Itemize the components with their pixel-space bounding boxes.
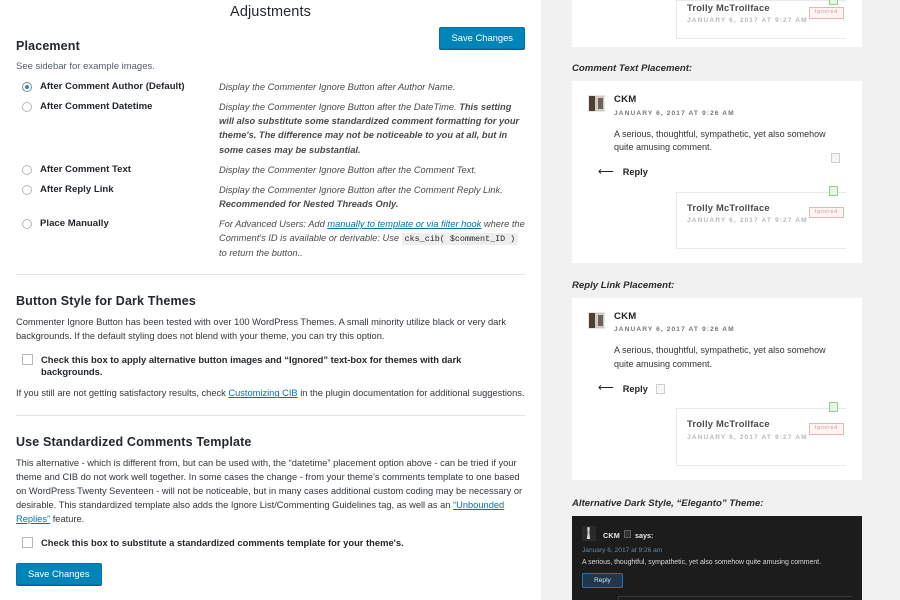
ignored-badge: Ignored: [808, 423, 844, 436]
para-post: feature.: [50, 514, 85, 525]
standardized-checkbox-label: Check this box to substitute a standardi…: [41, 537, 404, 549]
manual-template-link[interactable]: manually to template or via filter hook: [327, 219, 481, 229]
placement-option-description: Display the Commenter Ignore Button afte…: [219, 164, 477, 175]
reply-button[interactable]: Reply: [582, 572, 623, 588]
radio-after-comment-text[interactable]: [22, 164, 32, 175]
placement-option-description: Display the Commenter Ignore Button afte…: [219, 100, 525, 157]
nested-comment: Ignored Trolly McTrollface JANUARY 6, 20…: [676, 402, 846, 466]
reply-link-placement-heading: Reply Link Placement:: [572, 279, 675, 291]
placement-option-after-comment-text[interactable]: After Comment Text Display the Commenter…: [16, 163, 525, 177]
settings-page: Adjustments Save Changes Placement See s…: [0, 0, 900, 600]
ignored-badge: Ignored: [808, 7, 844, 19]
desc-plain: Display the Commenter Ignore Button afte…: [219, 184, 503, 195]
dark-themes-checkbox-label: Check this box to apply alternative butt…: [41, 353, 462, 377]
comment-author: CKM: [614, 310, 637, 322]
desc-emphasis: Recommended for Nested Threads Only.: [219, 198, 399, 209]
placement-option-after-reply-link[interactable]: After Reply Link Display the Commenter I…: [16, 183, 525, 211]
placement-option-label: After Reply Link: [40, 183, 114, 195]
placement-option-label: Place Manually: [40, 218, 109, 229]
placement-option-label: After Comment Datetime: [40, 101, 153, 113]
desc-post: to return the button..: [219, 247, 303, 258]
avatar: [582, 526, 596, 542]
comment-author: CKM: [614, 94, 637, 105]
standardized-paragraph: This alternative - which is different fr…: [16, 457, 525, 527]
placement-option-description: Display the Commenter Ignore Button afte…: [219, 183, 525, 211]
comment-author: CKM: [603, 530, 620, 540]
placement-option-place-manually[interactable]: Place Manually For Advanced Users: Add m…: [16, 217, 525, 260]
example-card-comment-text: CKM JANUARY 6, 2017 AT 9:26 AM A serious…: [572, 81, 862, 263]
reply-arrow-icon: ⟶: [598, 165, 614, 178]
desc-pre: For Advanced Users: Add: [219, 219, 328, 229]
ignore-button-icon[interactable]: [831, 152, 840, 163]
ignore-toggle-icon[interactable]: [829, 185, 838, 196]
main-settings-panel: Adjustments Save Changes Placement See s…: [0, 0, 541, 600]
comment-body: A serious, thoughtful, sympathetic, yet …: [614, 344, 838, 371]
customizing-cib-link[interactable]: Customizing CIB: [228, 388, 297, 398]
avatar: [588, 311, 605, 329]
placement-note: See sidebar for example images.: [16, 61, 155, 72]
reply-link-row[interactable]: ⟶ Reply: [598, 382, 846, 395]
comment-text-placement-block: Comment Text Placement: CKM JANUARY 6, 2…: [560, 63, 900, 263]
placement-option-description: For Advanced Users: Add manually to temp…: [219, 217, 525, 260]
radio-after-comment-datetime[interactable]: [22, 102, 32, 113]
nested-comment: Trolly McTrollfacesays: January 6, 2017 …: [618, 595, 852, 600]
avatar: [588, 95, 605, 112]
ignore-button-icon[interactable]: [655, 383, 665, 394]
para-pre: This alternative - which is different fr…: [16, 458, 523, 511]
radio-place-manually[interactable]: [22, 219, 32, 229]
example-card-reply-link: CKM JANUARY 6, 2017 AT 9:26 AM A serious…: [572, 297, 862, 480]
comment-date: JANUARY 6, 2017 AT 9:26 AM: [614, 326, 735, 334]
comment-date: JANUARY 6, 2017 AT 9:26 AM: [614, 109, 735, 117]
comment-body-text: A serious, thoughtful, sympathetic, yet …: [614, 128, 826, 153]
save-changes-button-bottom[interactable]: Save Changes: [16, 562, 102, 586]
desc-plain: Display the Commenter Ignore Button afte…: [219, 102, 460, 113]
dark-themes-paragraph: Commenter Ignore Button has been tested …: [16, 317, 507, 341]
standardized-checkbox-row[interactable]: Check this box to substitute a standardi…: [16, 537, 525, 549]
ignore-button-icon[interactable]: [623, 529, 631, 538]
placement-option-label: After Comment Text: [40, 163, 131, 175]
comment-text-placement-heading: Comment Text Placement:: [572, 63, 693, 74]
examples-sidebar: Ignored Trolly McTrollface JANUARY 6, 20…: [560, 0, 900, 600]
dark-themes-checkbox[interactable]: [22, 353, 33, 365]
placement-option-label: After Comment Author (Default): [40, 81, 185, 92]
comment-body-text: A serious, thoughtful, sympathetic, yet …: [582, 558, 821, 566]
section-divider: [16, 415, 525, 417]
reply-link-label[interactable]: Reply: [623, 167, 648, 177]
settings-content: Placement See sidebar for example images…: [0, 39, 541, 600]
section-divider: [16, 274, 525, 276]
standardized-checkbox[interactable]: [22, 537, 33, 549]
example-card-dark: CKM says: January 6, 2017 at 9:26 am A se…: [572, 515, 862, 600]
nested-comment: Ignored Trolly McTrollface JANUARY 6, 20…: [676, 0, 846, 40]
says-label: says:: [634, 530, 654, 540]
page-title: Adjustments: [230, 4, 311, 20]
comment-date: January 6, 2017 at 9:26 am: [582, 546, 663, 554]
footer-post: in the plugin documentation for addition…: [297, 388, 525, 399]
dark-style-heading: Alternative Dark Style, “Eleganto” Theme…: [572, 497, 764, 509]
footer-pre: If you still are not getting satisfactor…: [16, 388, 229, 399]
comment-body: A serious, thoughtful, sympathetic, yet …: [614, 128, 840, 163]
save-changes-button-top[interactable]: Save Changes: [439, 27, 525, 50]
example-card-partial: Ignored Trolly McTrollface JANUARY 6, 20…: [572, 0, 862, 47]
reply-link-row[interactable]: ⟶ Reply: [598, 165, 846, 178]
reply-arrow-icon: ⟶: [598, 382, 614, 395]
placement-option-description: Display the Commenter Ignore Button afte…: [219, 82, 456, 92]
radio-after-comment-author[interactable]: [22, 82, 32, 92]
dark-themes-footer: If you still are not getting satisfactor…: [16, 387, 525, 401]
standardized-heading: Use Standardized Comments Template: [16, 435, 252, 450]
dark-style-block: Alternative Dark Style, “Eleganto” Theme…: [560, 498, 900, 600]
dark-themes-checkbox-row[interactable]: Check this box to apply alternative butt…: [16, 353, 525, 378]
code-snippet: cks_cib( $comment_ID ): [401, 233, 519, 246]
ignore-toggle-icon[interactable]: [829, 0, 838, 5]
placement-option-after-comment-datetime[interactable]: After Comment Datetime Display the Comme…: [16, 100, 525, 157]
ignore-toggle-icon[interactable]: [829, 402, 838, 413]
reply-link-label[interactable]: Reply: [623, 384, 648, 394]
reply-link-placement-block: Reply Link Placement: CKM JANUARY 6, 201…: [560, 280, 900, 480]
placement-option-after-comment-author[interactable]: After Comment Author (Default) Display t…: [16, 80, 525, 94]
dark-themes-heading: Button Style for Dark Themes: [16, 294, 196, 309]
nested-comment: Ignored Trolly McTrollface JANUARY 6, 20…: [676, 185, 846, 249]
comment-body-text: A serious, thoughtful, sympathetic, yet …: [614, 345, 826, 369]
ignored-badge: Ignored: [808, 206, 844, 219]
radio-after-reply-link[interactable]: [22, 184, 32, 195]
